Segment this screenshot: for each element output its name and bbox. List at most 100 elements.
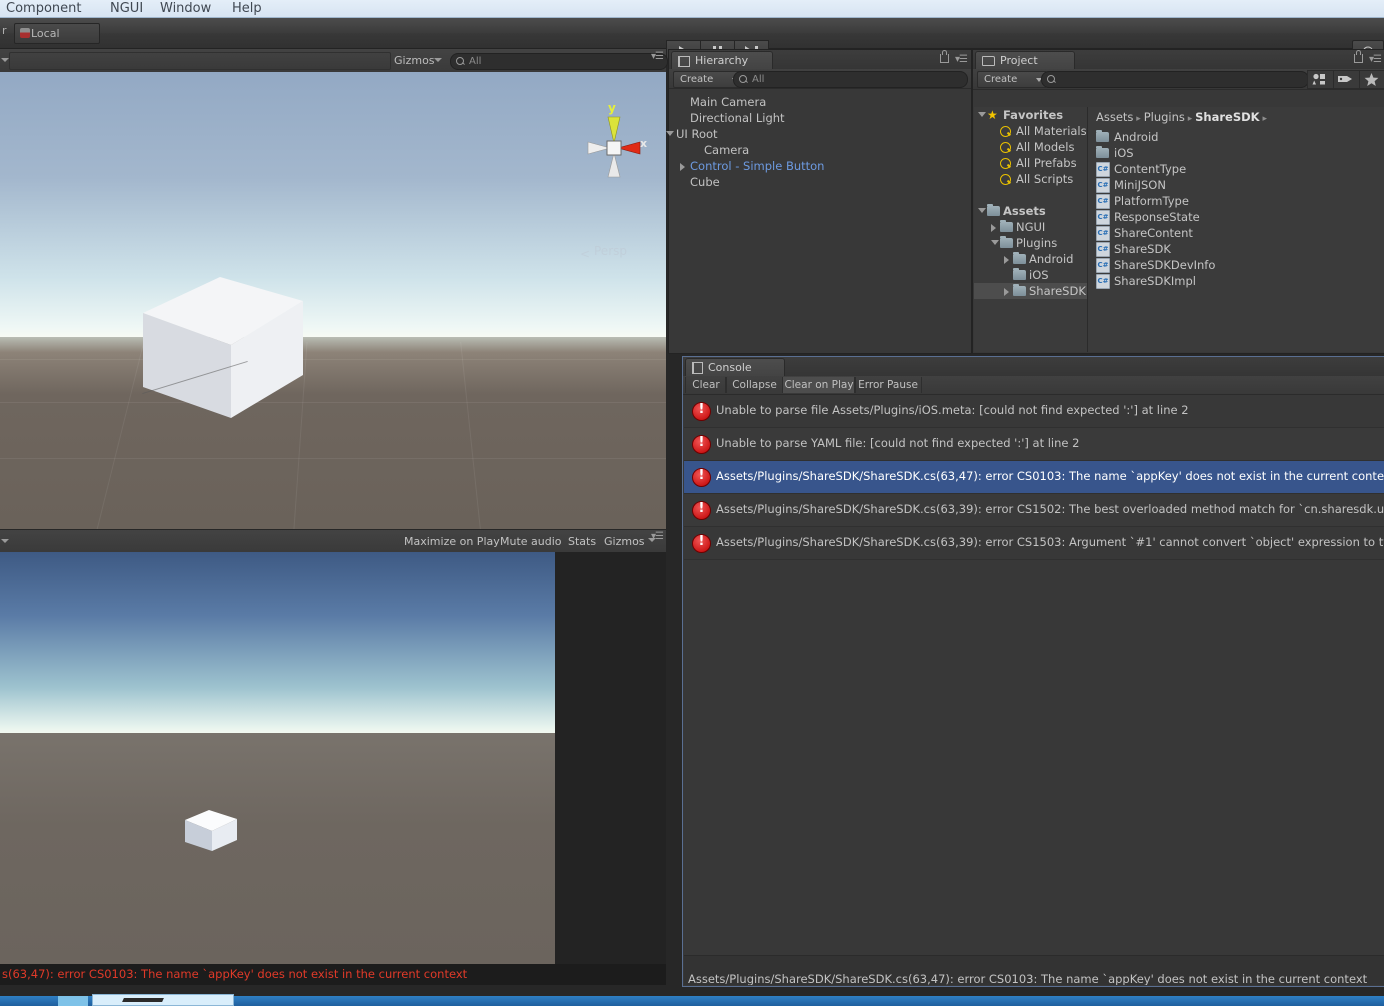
- breadcrumb[interactable]: Assets ▸ Plugins ▸ ShareSDK ▸: [1096, 110, 1267, 124]
- breadcrumb-item[interactable]: ShareSDK: [1195, 110, 1259, 124]
- chevron-down-icon[interactable]: [978, 208, 986, 213]
- hierarchy-lock-icon[interactable]: [940, 50, 949, 63]
- scene-search-input[interactable]: All: [450, 53, 668, 70]
- menu-item-help[interactable]: Help: [232, 0, 262, 17]
- project-asset-item[interactable]: C# PlatformType: [1088, 193, 1384, 209]
- scene-drawmode-bar[interactable]: [9, 52, 391, 70]
- favorite-star-icon[interactable]: [1359, 70, 1384, 89]
- project-asset-item[interactable]: C# MiniJSON: [1088, 177, 1384, 193]
- scene-panel-menu-icon[interactable]: ▾☰: [651, 51, 664, 62]
- status-bar[interactable]: s(63,47): error CS0103: The name `appKey…: [0, 964, 666, 985]
- maximize-on-play-label[interactable]: Maximize on Play: [404, 535, 500, 548]
- hierarchy-item[interactable]: UI Root: [666, 126, 970, 142]
- hierarchy-item[interactable]: Cube: [670, 174, 970, 190]
- project-asset-item[interactable]: Android: [1088, 129, 1384, 145]
- project-search-input[interactable]: [1041, 71, 1309, 88]
- stats-label[interactable]: Stats: [568, 535, 596, 548]
- project-asset-item[interactable]: C# ShareContent: [1088, 225, 1384, 241]
- breadcrumb-item[interactable]: Plugins: [1144, 110, 1185, 124]
- breadcrumb-item[interactable]: Assets: [1096, 110, 1133, 124]
- chevron-down-icon[interactable]: [978, 112, 986, 117]
- scene-gizmos-label[interactable]: Gizmos: [394, 54, 435, 67]
- project-tree-item[interactable]: All Prefabs: [974, 155, 1087, 171]
- project-tree-item[interactable]: All Scripts: [974, 171, 1087, 187]
- project-asset-item[interactable]: C# ShareSDKDevInfo: [1088, 257, 1384, 273]
- project-tree-item[interactable]: ★ Favorites: [974, 107, 1087, 123]
- hierarchy-item[interactable]: Camera: [670, 142, 970, 158]
- menu-item-component[interactable]: Component: [6, 0, 81, 17]
- console-message-text: Assets/Plugins/ShareSDK/ShareSDK.cs(63,3…: [716, 502, 1384, 516]
- game-panel-menu-icon[interactable]: ▾☰: [651, 531, 664, 542]
- console-clear-on-play-button[interactable]: Clear on Play: [782, 377, 856, 393]
- game-render-area[interactable]: [0, 552, 555, 964]
- taskbar-item[interactable]: [58, 996, 88, 1006]
- console-message-row[interactable]: Unable to parse file Assets/Plugins/iOS.…: [684, 395, 1384, 428]
- hierarchy-search-input[interactable]: All: [733, 71, 968, 88]
- label-filter-icon[interactable]: [1333, 70, 1360, 89]
- type-filter-icon[interactable]: [1307, 70, 1334, 89]
- project-tree-item-label: Android: [1029, 252, 1074, 266]
- console-message-list[interactable]: Unable to parse file Assets/Plugins/iOS.…: [684, 395, 1384, 955]
- project-tree-item[interactable]: Plugins: [974, 235, 1087, 251]
- folder-icon: [1000, 220, 1013, 232]
- project-panel-menu-icon[interactable]: ▾☰: [1369, 54, 1382, 65]
- project-tree-item[interactable]: [974, 187, 1087, 203]
- hierarchy-icon: [678, 55, 690, 67]
- mute-audio-label[interactable]: Mute audio: [500, 535, 562, 548]
- chevron-down-icon[interactable]: [991, 240, 999, 245]
- hierarchy-tabstrip: Hierarchy ▾☰: [669, 50, 971, 70]
- console-error-pause-button[interactable]: Error Pause: [854, 377, 922, 393]
- hierarchy-item[interactable]: Main Camera: [670, 94, 970, 110]
- project-asset-item[interactable]: C# ContentType: [1088, 161, 1384, 177]
- scene-projection-label[interactable]: Persp: [594, 244, 627, 258]
- console-message-row[interactable]: Assets/Plugins/ShareSDK/ShareSDK.cs(63,3…: [684, 494, 1384, 527]
- game-aspect-chevron-down-icon[interactable]: [1, 539, 9, 543]
- project-asset-item[interactable]: C# ShareSDKImpl: [1088, 273, 1384, 289]
- scene-axis-gizmo[interactable]: y x: [578, 101, 650, 187]
- console-message-row[interactable]: Assets/Plugins/ShareSDK/ShareSDK.cs(63,4…: [684, 461, 1384, 494]
- chevron-right-icon[interactable]: [991, 224, 996, 232]
- project-tree-item[interactable]: All Models: [974, 139, 1087, 155]
- tab-project[interactable]: Project: [975, 51, 1075, 70]
- chevron-down-icon[interactable]: [666, 131, 674, 136]
- tab-console[interactable]: Console: [685, 358, 785, 377]
- console-message-row[interactable]: Assets/Plugins/ShareSDK/ShareSDK.cs(63,3…: [684, 527, 1384, 560]
- project-tree-item[interactable]: iOS: [974, 267, 1087, 283]
- project-create-button[interactable]: Create: [977, 71, 1047, 88]
- project-tree-item[interactable]: All Materials: [974, 123, 1087, 139]
- breadcrumb-separator-icon: ▸: [1133, 114, 1144, 124]
- game-gizmos-label[interactable]: Gizmos: [604, 535, 645, 548]
- project-contents-column[interactable]: Assets ▸ Plugins ▸ ShareSDK ▸ Android iOS…: [1088, 107, 1384, 352]
- scene-gizmos-chevron-down-icon[interactable]: [434, 58, 442, 62]
- console-message-row[interactable]: Unable to parse YAML file: [could not fi…: [684, 428, 1384, 461]
- chevron-right-icon[interactable]: [1004, 288, 1009, 296]
- project-create-label: Create: [984, 74, 1018, 85]
- menu-item-ngui[interactable]: NGUI: [110, 0, 143, 17]
- project-asset-item[interactable]: iOS: [1088, 145, 1384, 161]
- chevron-right-icon[interactable]: [1004, 256, 1009, 264]
- project-tree-item[interactable]: ShareSDK: [974, 283, 1087, 299]
- pivot-local-button[interactable]: Local: [14, 23, 100, 44]
- chevron-right-icon[interactable]: [680, 163, 685, 171]
- project-asset-item[interactable]: C# ShareSDK: [1088, 241, 1384, 257]
- console-detail-pane[interactable]: Assets/Plugins/ShareSDK/ShareSDK.cs(63,4…: [684, 955, 1384, 985]
- scene-cube-object[interactable]: [135, 255, 305, 425]
- project-tree-column[interactable]: ★ Favorites All Materials All Models All Pre…: [974, 107, 1088, 352]
- game-viewport-area[interactable]: [0, 552, 666, 964]
- draw-mode-chevron-down-icon[interactable]: [1, 58, 9, 62]
- taskbar-active-item[interactable]: [92, 994, 234, 1006]
- tab-hierarchy[interactable]: Hierarchy: [671, 51, 773, 70]
- console-collapse-button[interactable]: Collapse: [725, 377, 784, 393]
- project-tree-item[interactable]: Assets: [974, 203, 1087, 219]
- project-tree-item[interactable]: Android: [974, 251, 1087, 267]
- hierarchy-tree[interactable]: Main Camera Directional Light UI Root Camer…: [666, 89, 970, 352]
- scene-viewport[interactable]: y x Persp <: [0, 72, 666, 529]
- project-lock-icon[interactable]: [1354, 50, 1363, 63]
- hierarchy-item[interactable]: Directional Light: [670, 110, 970, 126]
- hierarchy-panel-menu-icon[interactable]: ▾☰: [955, 54, 968, 65]
- console-clear-button[interactable]: Clear: [685, 377, 727, 393]
- hierarchy-item[interactable]: Control - Simple Button: [670, 158, 970, 174]
- menu-item-window[interactable]: Window: [160, 0, 211, 17]
- project-asset-item[interactable]: C# ResponseState: [1088, 209, 1384, 225]
- project-tree-item[interactable]: NGUI: [974, 219, 1087, 235]
